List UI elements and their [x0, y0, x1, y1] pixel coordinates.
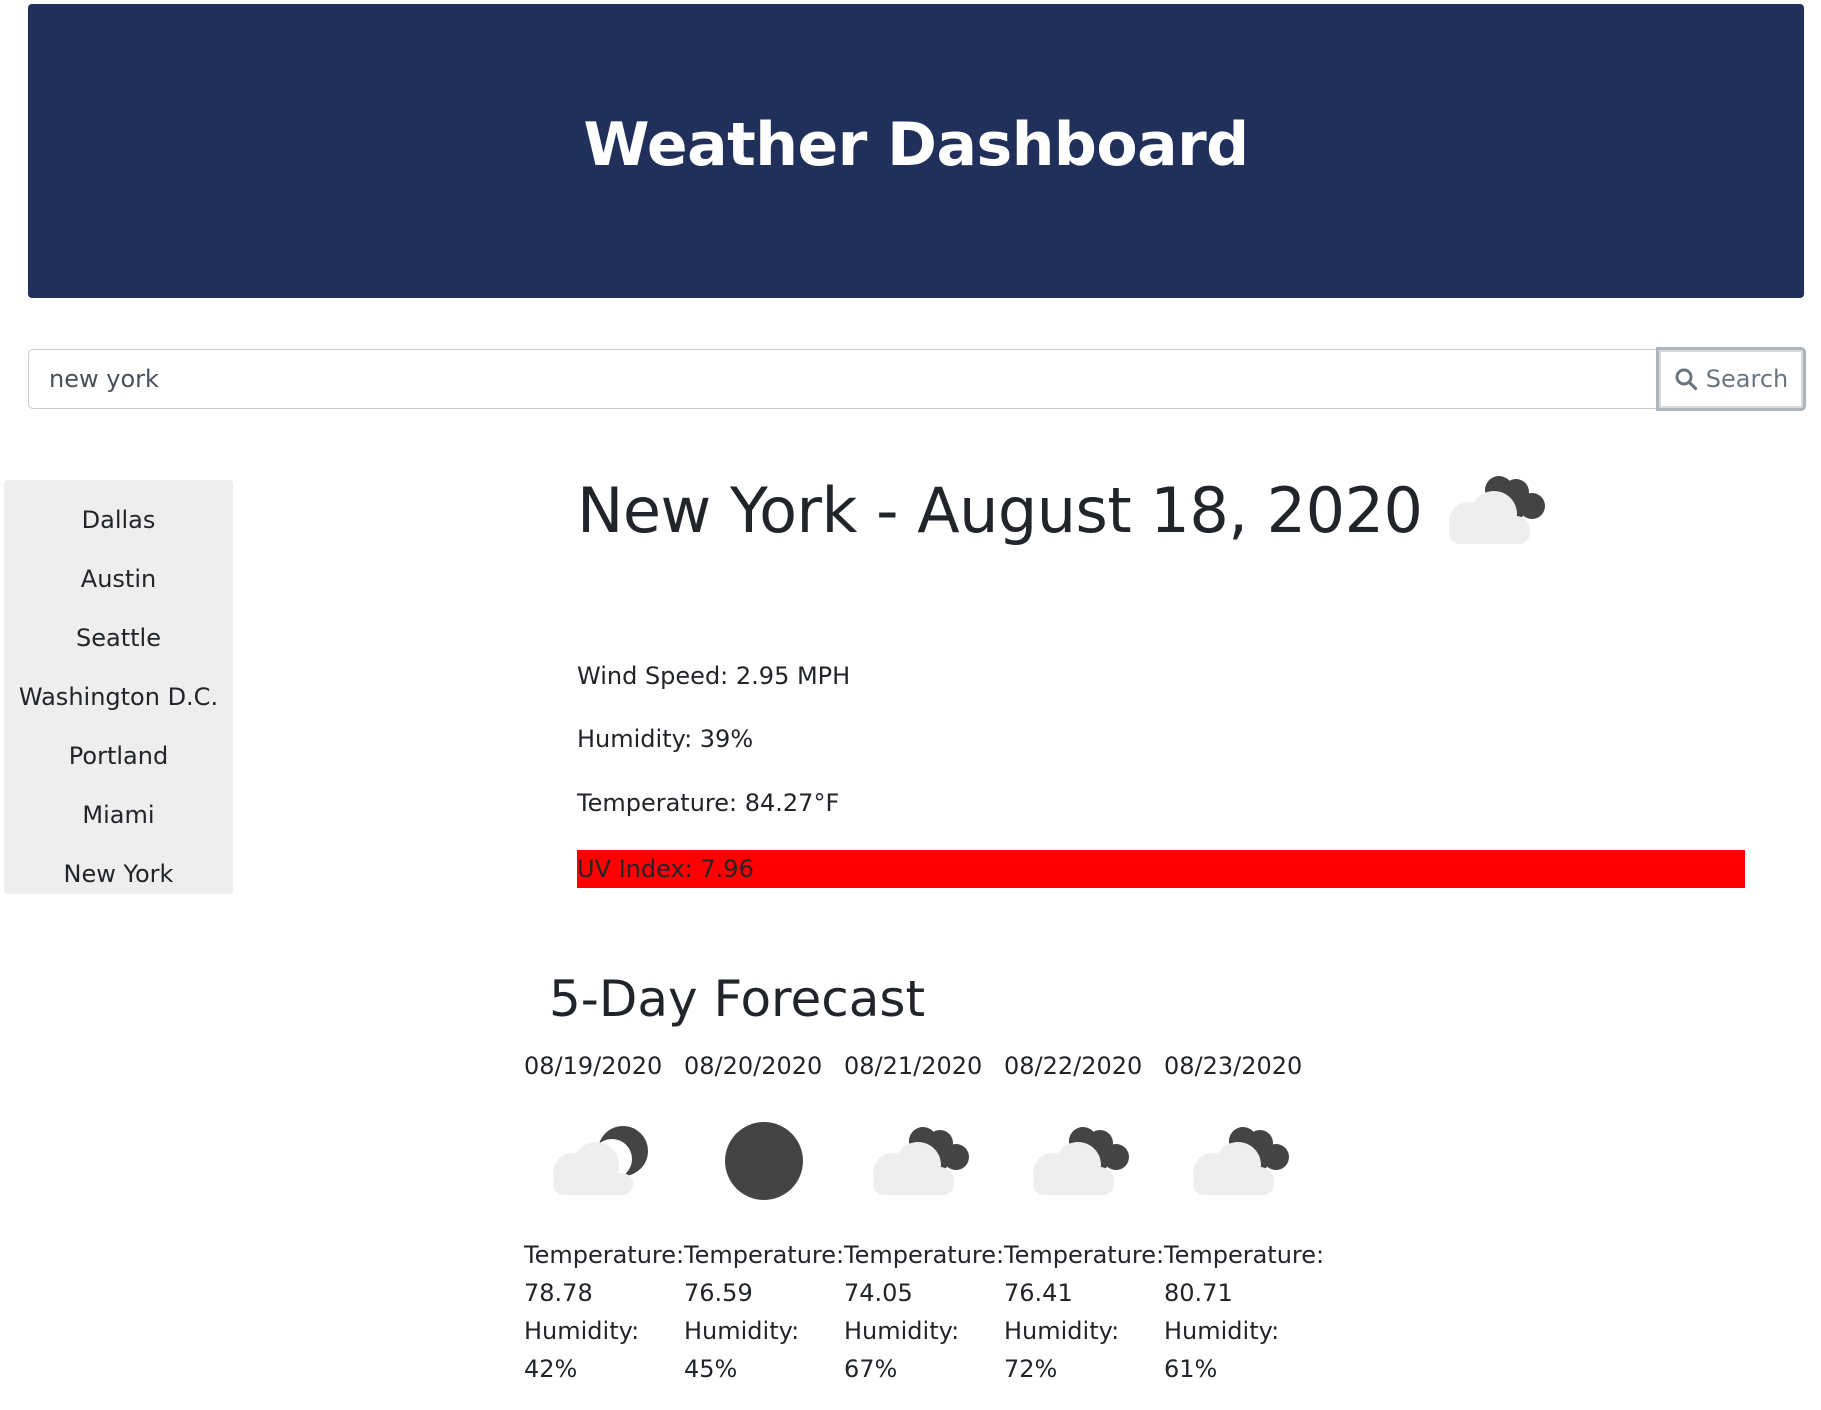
history-item-miami[interactable]: Miami	[4, 785, 233, 844]
humidity: Humidity: 39%	[577, 725, 754, 753]
cloud-moon-icon	[553, 1126, 648, 1195]
search-bar: Search	[28, 347, 1806, 411]
uv-index: UV Index: 7.96	[577, 850, 1745, 888]
forecast-humidity-label: Humidity:	[684, 1317, 800, 1345]
forecast-temp-label: Temperature:	[1004, 1241, 1165, 1269]
forecast-card: 08/20/2020 Temperature: 76.59 Humidity: …	[684, 1046, 844, 1388]
history-item-portland[interactable]: Portland	[4, 726, 233, 785]
forecast-humidity: 67%	[844, 1355, 898, 1383]
forecast-temp-label: Temperature:	[1164, 1241, 1325, 1269]
search-icon	[1675, 368, 1697, 391]
forecast-card: 08/19/2020 Temperature: 78.78 Humidity: …	[524, 1046, 684, 1388]
forecast-card: 08/21/2020 Temperature: 74.05 Humidity:	[844, 1046, 1004, 1388]
history-item-dallas[interactable]: Dallas	[4, 490, 233, 549]
page-title: Weather Dashboard	[583, 110, 1249, 180]
forecast-date: 08/21/2020	[844, 1052, 983, 1080]
partly-cloudy-night-icon	[1449, 476, 1546, 544]
forecast-list: 08/19/2020 Temperature: 78.78 Humidity: …	[524, 1046, 1324, 1388]
search-history-list: Dallas Austin Seattle Washington D.C. Po…	[4, 480, 233, 894]
forecast-temp-label: Temperature:	[524, 1241, 685, 1269]
forecast-temp: 76.59	[684, 1279, 753, 1307]
forecast-temp: 76.41	[1004, 1279, 1073, 1307]
history-item-austin[interactable]: Austin	[4, 549, 233, 608]
partly-cloudy-night-icon	[1033, 1127, 1129, 1195]
forecast-card: 08/23/2020 Temperature: 80.71 Humidity:	[1164, 1046, 1324, 1388]
partly-cloudy-night-icon	[873, 1127, 969, 1195]
history-item-washington-dc[interactable]: Washington D.C.	[4, 667, 233, 726]
history-item-new-york[interactable]: New York	[4, 844, 233, 903]
wind-speed: Wind Speed: 2.95 MPH	[577, 662, 851, 690]
temperature: Temperature: 84.27°F	[577, 789, 840, 817]
search-button[interactable]: Search	[1656, 347, 1806, 411]
forecast-humidity-label: Humidity:	[844, 1317, 960, 1345]
forecast-temp-label: Temperature:	[684, 1241, 845, 1269]
forecast-date: 08/20/2020	[684, 1052, 823, 1080]
forecast-date: 08/23/2020	[1164, 1052, 1303, 1080]
forecast-humidity-label: Humidity:	[524, 1317, 640, 1345]
city-date-title: New York - August 18, 2020	[577, 473, 1423, 547]
forecast-humidity: 61%	[1164, 1355, 1218, 1383]
forecast-temp: 80.71	[1164, 1279, 1233, 1307]
forecast-humidity-label: Humidity:	[1164, 1317, 1280, 1345]
partly-cloudy-night-icon	[1193, 1127, 1289, 1195]
forecast-temp: 78.78	[524, 1279, 593, 1307]
forecast-date: 08/19/2020	[524, 1052, 663, 1080]
forecast-humidity: 42%	[524, 1355, 578, 1383]
forecast-title: 5-Day Forecast	[549, 970, 926, 1028]
forecast-temp: 74.05	[844, 1279, 913, 1307]
header-banner: Weather Dashboard	[28, 4, 1804, 298]
current-weather: New York - August 18, 2020 Wind Speed: 2…	[577, 468, 1747, 888]
forecast-humidity: 72%	[1004, 1355, 1058, 1383]
search-button-label: Search	[1705, 365, 1789, 393]
forecast-humidity-label: Humidity:	[1004, 1317, 1120, 1345]
clear-night-icon	[725, 1122, 803, 1200]
forecast-humidity: 45%	[684, 1355, 738, 1383]
search-input[interactable]	[28, 349, 1658, 409]
forecast-date: 08/22/2020	[1004, 1052, 1143, 1080]
history-item-seattle[interactable]: Seattle	[4, 608, 233, 667]
forecast-card: 08/22/2020 Temperature: 76.41 Humidity:	[1004, 1046, 1164, 1388]
current-weather-heading: New York - August 18, 2020	[577, 468, 1747, 552]
forecast-temp-label: Temperature:	[844, 1241, 1005, 1269]
